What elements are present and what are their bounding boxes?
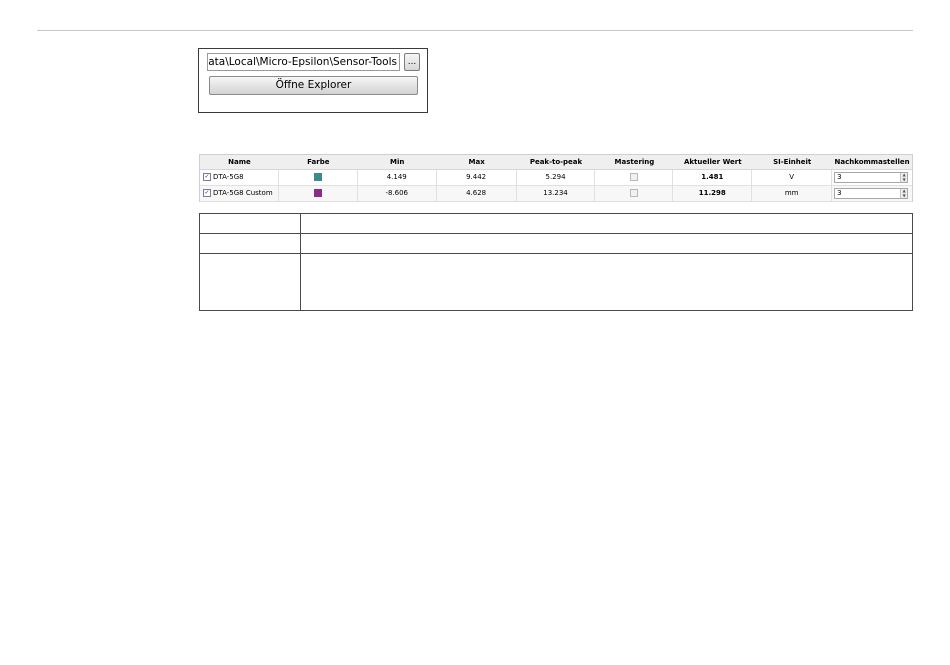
current-value: 11.298 [673, 186, 753, 201]
info-key-cell [200, 214, 301, 233]
color-swatch[interactable] [313, 188, 322, 197]
path-input[interactable]: ppData\Local\Micro-Epsilon\Sensor-Tools [207, 53, 400, 71]
current-value: 1.481 [673, 170, 753, 185]
peak-to-peak-value: 13.234 [517, 186, 596, 201]
browse-button[interactable]: ... [404, 53, 420, 71]
table-header: Name Farbe Min Max Peak-to-peak Masterin… [200, 155, 912, 170]
visibility-checkbox[interactable]: ✓ [203, 172, 211, 181]
column-header-si-unit[interactable]: SI-Einheit [752, 155, 832, 169]
info-table [199, 213, 913, 311]
max-value: 9.442 [437, 170, 517, 185]
decimals-stepper[interactable]: 3 ▲ ▼ [834, 172, 909, 183]
color-swatch[interactable] [313, 172, 322, 181]
name-cell: ✓ DTA-5G8 Custom [200, 186, 279, 201]
info-value-cell [301, 234, 912, 253]
mastering-cell [595, 186, 674, 201]
min-value: -8.606 [358, 186, 437, 201]
peak-to-peak-value: 5.294 [517, 170, 596, 185]
column-header-mastering[interactable]: Mastering [595, 155, 673, 169]
spin-arrows-icon[interactable]: ▲ ▼ [900, 188, 908, 198]
color-cell [279, 170, 358, 185]
column-header-color[interactable]: Farbe [279, 155, 358, 169]
info-key-cell [200, 234, 301, 253]
spin-arrows-icon[interactable]: ▲ ▼ [900, 172, 908, 182]
visibility-checkbox[interactable]: ✓ [203, 188, 211, 197]
min-value: 4.149 [358, 170, 437, 185]
si-unit: mm [752, 186, 833, 201]
table-row: ✓ DTA-5G8 Custom -8.606 4.628 13.234 11.2… [200, 186, 912, 202]
table-row: ✓ DTA-5G8 4.149 9.442 5.294 1.481 V 3 ▲ ▼ [200, 170, 912, 186]
column-header-current-value[interactable]: Aktueller Wert [673, 155, 752, 169]
top-divider [37, 30, 913, 31]
info-row [200, 234, 912, 254]
info-key-cell [200, 254, 301, 310]
mastering-cell [595, 170, 674, 185]
si-unit: V [752, 170, 833, 185]
column-header-name[interactable]: Name [200, 155, 279, 169]
info-value-cell [301, 254, 912, 310]
mastering-checkbox[interactable] [630, 188, 639, 197]
column-header-peak-to-peak[interactable]: Peak-to-peak [517, 155, 596, 169]
path-value: ppData\Local\Micro-Epsilon\Sensor-Tools [207, 56, 397, 68]
max-value: 4.628 [437, 186, 517, 201]
decimals-value: 3 [837, 189, 842, 197]
info-value-cell [301, 214, 912, 233]
signal-name: DTA-5G8 [213, 173, 244, 181]
column-header-min[interactable]: Min [358, 155, 437, 169]
color-cell [279, 186, 358, 201]
mastering-checkbox[interactable] [630, 172, 639, 181]
decimals-cell: 3 ▲ ▼ [832, 170, 912, 185]
decimals-stepper[interactable]: 3 ▲ ▼ [834, 188, 909, 199]
decimals-cell: 3 ▲ ▼ [832, 186, 912, 201]
info-row [200, 214, 912, 234]
column-header-decimals[interactable]: Nachkommastellen [832, 155, 912, 169]
open-explorer-button[interactable]: Öffne Explorer [209, 76, 418, 95]
name-cell: ✓ DTA-5G8 [200, 170, 279, 185]
info-row [200, 254, 912, 310]
decimals-value: 3 [837, 173, 842, 181]
column-header-max[interactable]: Max [437, 155, 517, 169]
signal-table: Name Farbe Min Max Peak-to-peak Masterin… [199, 154, 913, 202]
signal-name: DTA-5G8 Custom [213, 189, 273, 197]
export-path-panel: ppData\Local\Micro-Epsilon\Sensor-Tools … [198, 48, 428, 113]
